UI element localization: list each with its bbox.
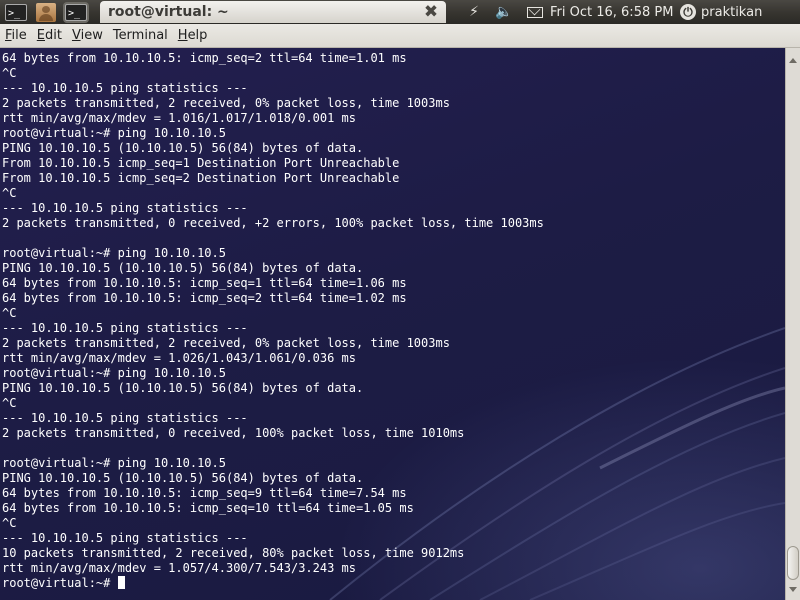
session-user: praktikan (701, 4, 763, 20)
terminal-line: PING 10.10.10.5 (10.10.10.5) 56(84) byte… (2, 141, 364, 155)
terminal-line: root@virtual:~# ping 10.10.10.5 (2, 456, 226, 470)
terminal-line: rtt min/avg/max/mdev = 1.026/1.043/1.061… (2, 351, 357, 365)
menu-terminal[interactable]: Terminal (108, 28, 173, 43)
mail-icon (527, 6, 543, 18)
terminal-line: ^C (2, 306, 17, 320)
terminal-line: 2 packets transmitted, 0 received, +2 er… (2, 216, 544, 230)
terminal-line: root@virtual:~# ping 10.10.10.5 (2, 366, 226, 380)
top-panel: >_ >_ root@virtual: ~ ✖ ⚡ 🔈 Fri Oct 16, … (0, 0, 800, 24)
terminal-line: 2 packets transmitted, 2 received, 0% pa… (2, 96, 450, 110)
terminal-line: --- 10.10.10.5 ping statistics --- (2, 321, 248, 335)
terminal-line: root@virtual:~# ping 10.10.10.5 (2, 246, 226, 260)
terminal-line: PING 10.10.10.5 (10.10.10.5) 56(84) byte… (2, 381, 364, 395)
network-icon[interactable]: ⚡ (460, 0, 488, 24)
scroll-thumb[interactable] (787, 546, 799, 580)
mail-indicator[interactable] (520, 0, 550, 24)
user-folder-icon (36, 2, 56, 22)
terminal-launcher-active[interactable]: >_ (62, 1, 90, 23)
power-icon: ⏻ (680, 4, 696, 20)
window-title-bar[interactable]: root@virtual: ~ ✖ (100, 1, 446, 23)
terminal-line: 64 bytes from 10.10.10.5: icmp_seq=2 ttl… (2, 291, 407, 305)
menu-help[interactable]: Help (173, 28, 213, 43)
window-title: root@virtual: ~ (108, 4, 229, 20)
menu-help-label: elp (187, 28, 208, 43)
menu-view-accel: V (71, 28, 81, 43)
terminal-text: 64 bytes from 10.10.10.5: icmp_seq=2 ttl… (2, 51, 544, 591)
terminal-line: root@virtual:~# ping 10.10.10.5 (2, 126, 226, 140)
terminal-line: --- 10.10.10.5 ping statistics --- (2, 81, 248, 95)
terminal-line: --- 10.10.10.5 ping statistics --- (2, 411, 248, 425)
terminal-line: PING 10.10.10.5 (10.10.10.5) 56(84) byte… (2, 471, 364, 485)
close-icon[interactable]: ✖ (422, 3, 440, 21)
terminal-line: ^C (2, 186, 17, 200)
terminal-icon: >_ (65, 3, 87, 21)
volume-icon[interactable]: 🔈 (488, 0, 520, 24)
user-launcher[interactable] (32, 1, 60, 23)
menu-terminal-label: erminal (118, 28, 168, 43)
terminal-line: ^C (2, 66, 17, 80)
scroll-up-icon[interactable] (789, 58, 797, 63)
scroll-down-icon[interactable] (789, 587, 797, 592)
menu-view[interactable]: View (67, 28, 108, 43)
menu-file-label: ile (11, 28, 27, 43)
terminal-line: 64 bytes from 10.10.10.5: icmp_seq=9 ttl… (2, 486, 407, 500)
terminal-line: 10 packets transmitted, 2 received, 80% … (2, 546, 465, 560)
menu-edit-accel: E (36, 28, 45, 43)
terminal-line: ^C (2, 516, 17, 530)
terminal-line: rtt min/avg/max/mdev = 1.057/4.300/7.543… (2, 561, 357, 575)
terminal-line: 2 packets transmitted, 0 received, 100% … (2, 426, 465, 440)
indicator-area: ⚡ 🔈 Fri Oct 16, 6:58 PM ⏻ praktikan (460, 0, 762, 24)
menu-help-accel: H (177, 28, 188, 43)
terminal-line: PING 10.10.10.5 (10.10.10.5) 56(84) byte… (2, 261, 364, 275)
terminal-line: 64 bytes from 10.10.10.5: icmp_seq=2 ttl… (2, 51, 407, 65)
terminal-cursor (117, 576, 125, 589)
terminal-line: From 10.10.10.5 icmp_seq=2 Destination P… (2, 171, 400, 185)
terminal-line: 64 bytes from 10.10.10.5: icmp_seq=10 tt… (2, 501, 414, 515)
terminal-line: 64 bytes from 10.10.10.5: icmp_seq=1 ttl… (2, 276, 407, 290)
menu-file[interactable]: File (0, 28, 32, 43)
menu-edit[interactable]: Edit (32, 28, 67, 43)
session-menu[interactable]: ⏻ praktikan (680, 4, 762, 20)
menu-edit-label: dit (45, 28, 62, 43)
terminal-line: ^C (2, 396, 17, 410)
terminal-line: --- 10.10.10.5 ping statistics --- (2, 531, 248, 545)
terminal-scrollbar[interactable] (785, 48, 800, 600)
terminal-prompt-line: root@virtual:~# (2, 576, 544, 591)
terminal-line: rtt min/avg/max/mdev = 1.016/1.017/1.018… (2, 111, 357, 125)
terminal-output[interactable]: 64 bytes from 10.10.10.5: icmp_seq=2 ttl… (0, 48, 785, 600)
terminal-line: From 10.10.10.5 icmp_seq=1 Destination P… (2, 156, 400, 170)
menubar: File Edit View Terminal Help (0, 24, 800, 48)
menu-view-label: iew (80, 28, 103, 43)
terminal-icon: >_ (5, 3, 27, 21)
terminal-line: --- 10.10.10.5 ping statistics --- (2, 201, 248, 215)
clock[interactable]: Fri Oct 16, 6:58 PM (550, 5, 678, 20)
terminal-line: 2 packets transmitted, 2 received, 0% pa… (2, 336, 450, 350)
terminal-launcher[interactable]: >_ (2, 1, 30, 23)
